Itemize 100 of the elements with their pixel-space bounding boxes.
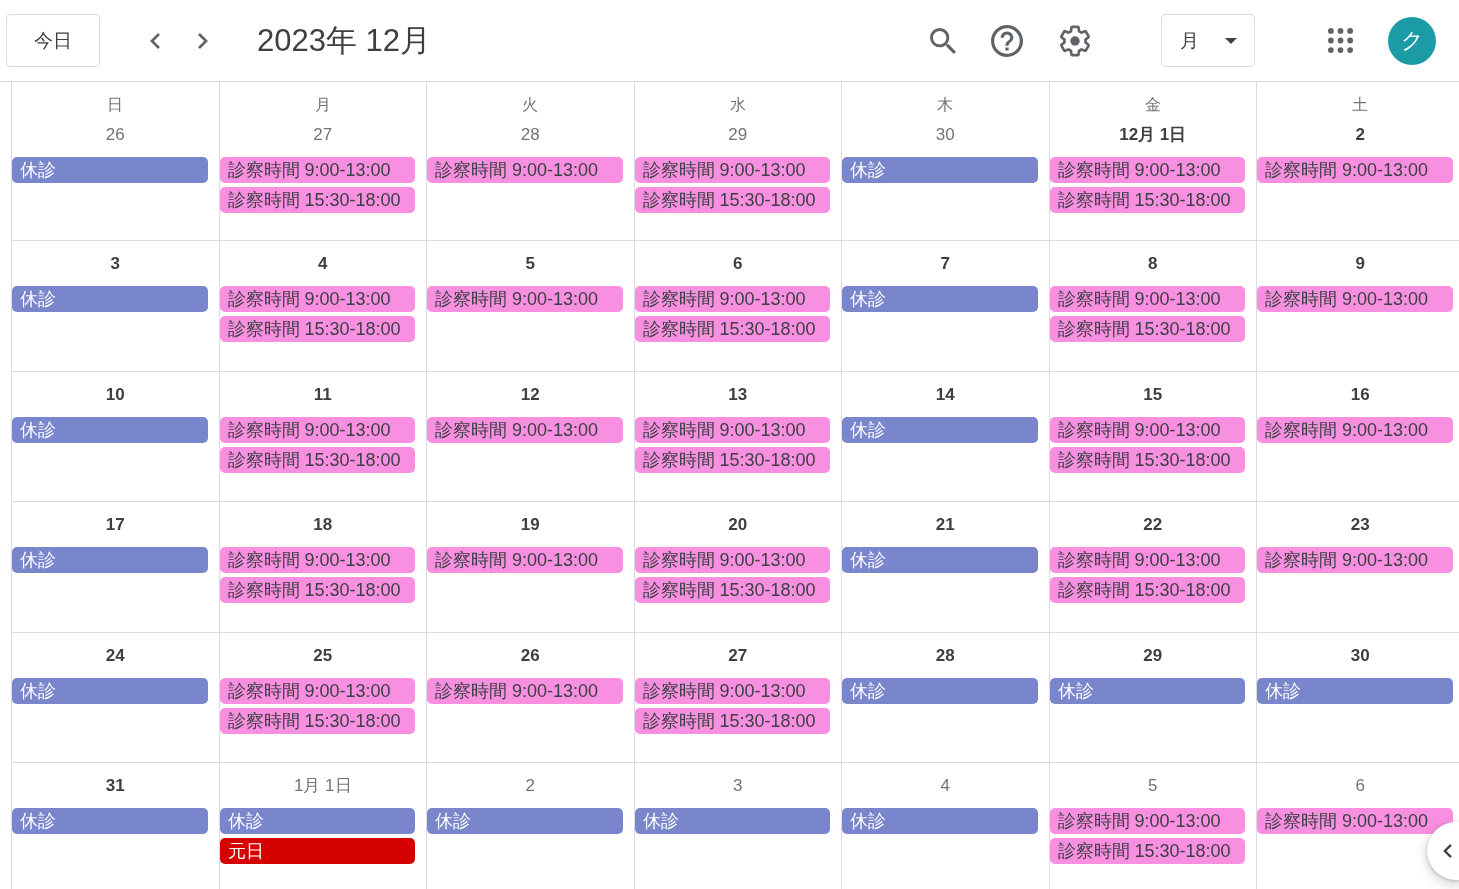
event-chip[interactable]: 診察時間 15:30-18:00 xyxy=(219,577,415,603)
date-label[interactable]: 14 xyxy=(935,383,955,406)
event-chip[interactable]: 診察時間 15:30-18:00 xyxy=(634,316,830,342)
event-chip[interactable]: 診察時間 15:30-18:00 xyxy=(1049,577,1245,603)
event-chip[interactable]: 休診 xyxy=(1049,677,1245,704)
event-chip[interactable]: 診察時間 15:30-18:00 xyxy=(1049,316,1245,342)
event-chip[interactable]: 休診 xyxy=(12,416,208,443)
date-label[interactable]: 26 xyxy=(105,124,125,146)
event-chip[interactable]: 診察時間 9:00-13:00 xyxy=(634,286,830,312)
date-label[interactable]: 4 xyxy=(940,775,950,797)
side-panel-toggle-button[interactable] xyxy=(1427,822,1459,880)
date-label[interactable]: 5 xyxy=(1148,775,1158,797)
date-label[interactable]: 31 xyxy=(105,775,125,797)
date-label[interactable]: 1月 1日 xyxy=(293,775,352,797)
today-button[interactable]: 今日 xyxy=(6,14,100,67)
event-chip[interactable]: 診察時間 9:00-13:00 xyxy=(634,677,830,704)
event-chip[interactable]: 休診 xyxy=(12,547,208,573)
date-label[interactable]: 2 xyxy=(1355,124,1365,146)
event-chip[interactable]: 休診 xyxy=(842,286,1038,312)
event-chip[interactable]: 診察時間 9:00-13:00 xyxy=(219,157,415,183)
date-label[interactable]: 8 xyxy=(1148,253,1158,275)
event-chip[interactable]: 休診 xyxy=(842,547,1038,573)
event-chip[interactable]: 診察時間 9:00-13:00 xyxy=(427,547,623,573)
event-chip[interactable]: 診察時間 9:00-13:00 xyxy=(1257,416,1453,443)
date-label[interactable]: 18 xyxy=(313,514,333,536)
event-chip[interactable]: 診察時間 9:00-13:00 xyxy=(1049,808,1245,834)
date-label[interactable]: 30 xyxy=(1350,644,1370,667)
date-label[interactable]: 10 xyxy=(105,383,125,406)
event-chip[interactable]: 診察時間 15:30-18:00 xyxy=(1049,446,1245,473)
event-chip[interactable]: 休診 xyxy=(1257,677,1453,704)
event-chip[interactable]: 診察時間 15:30-18:00 xyxy=(634,707,830,734)
date-label[interactable]: 28 xyxy=(935,644,955,667)
event-chip[interactable]: 診察時間 15:30-18:00 xyxy=(1049,838,1245,864)
date-label[interactable]: 13 xyxy=(728,383,748,406)
date-label[interactable]: 11 xyxy=(313,383,332,406)
date-label[interactable]: 4 xyxy=(318,253,328,275)
date-label[interactable]: 2 xyxy=(525,775,535,797)
date-label[interactable]: 6 xyxy=(733,253,743,275)
event-chip[interactable]: 診察時間 15:30-18:00 xyxy=(219,187,415,213)
event-chip[interactable]: 休診 xyxy=(634,808,830,834)
account-avatar[interactable]: ク xyxy=(1388,16,1436,65)
event-chip[interactable]: 診察時間 9:00-13:00 xyxy=(427,677,623,704)
event-chip[interactable]: 診察時間 9:00-13:00 xyxy=(634,416,830,443)
event-chip[interactable]: 診察時間 9:00-13:00 xyxy=(427,416,623,443)
date-label[interactable]: 3 xyxy=(110,253,120,275)
event-chip[interactable]: 休診 xyxy=(427,808,623,834)
date-label[interactable]: 5 xyxy=(525,253,535,275)
event-chip[interactable]: 休診 xyxy=(12,808,208,834)
event-chip[interactable]: 診察時間 9:00-13:00 xyxy=(219,416,415,443)
event-chip[interactable]: 診察時間 15:30-18:00 xyxy=(219,446,415,473)
date-label[interactable]: 29 xyxy=(1143,644,1163,667)
event-chip[interactable]: 診察時間 15:30-18:00 xyxy=(1049,187,1245,213)
event-chip[interactable]: 診察時間 9:00-13:00 xyxy=(1049,286,1245,312)
date-label[interactable]: 23 xyxy=(1350,514,1370,536)
event-chip[interactable]: 診察時間 15:30-18:00 xyxy=(634,577,830,603)
event-chip[interactable]: 診察時間 9:00-13:00 xyxy=(219,547,415,573)
event-chip[interactable]: 診察時間 9:00-13:00 xyxy=(1257,808,1453,834)
date-label[interactable]: 29 xyxy=(728,124,748,146)
event-chip[interactable]: 元日 xyxy=(219,838,415,864)
date-label[interactable]: 30 xyxy=(935,124,955,146)
date-label[interactable]: 20 xyxy=(728,514,748,536)
date-label[interactable]: 19 xyxy=(520,514,540,536)
view-select-button[interactable]: 月 xyxy=(1161,14,1255,67)
date-label[interactable]: 3 xyxy=(733,775,743,797)
date-label[interactable]: 21 xyxy=(935,514,955,536)
date-label[interactable]: 25 xyxy=(313,644,333,667)
event-chip[interactable]: 診察時間 15:30-18:00 xyxy=(219,707,415,734)
event-chip[interactable]: 診察時間 9:00-13:00 xyxy=(219,677,415,704)
date-label[interactable]: 6 xyxy=(1355,775,1365,797)
event-chip[interactable]: 診察時間 9:00-13:00 xyxy=(634,547,830,573)
event-chip[interactable]: 休診 xyxy=(842,416,1038,443)
event-chip[interactable]: 休診 xyxy=(12,157,208,183)
date-label[interactable]: 7 xyxy=(940,253,950,275)
date-label[interactable]: 17 xyxy=(105,514,125,536)
event-chip[interactable]: 診察時間 9:00-13:00 xyxy=(427,157,623,183)
event-chip[interactable]: 診察時間 9:00-13:00 xyxy=(427,286,623,312)
date-label[interactable]: 27 xyxy=(728,644,748,667)
date-label[interactable]: 24 xyxy=(105,644,125,667)
event-chip[interactable]: 診察時間 9:00-13:00 xyxy=(1257,547,1453,573)
event-chip[interactable]: 休診 xyxy=(219,808,415,834)
event-chip[interactable]: 診察時間 9:00-13:00 xyxy=(1049,547,1245,573)
date-label[interactable]: 12 xyxy=(520,383,540,406)
date-label[interactable]: 16 xyxy=(1350,383,1370,406)
event-chip[interactable]: 休診 xyxy=(12,677,208,704)
event-chip[interactable]: 休診 xyxy=(842,157,1038,183)
event-chip[interactable]: 診察時間 9:00-13:00 xyxy=(1049,416,1245,443)
event-chip[interactable]: 診察時間 15:30-18:00 xyxy=(634,446,830,473)
event-chip[interactable]: 休診 xyxy=(842,808,1038,834)
event-chip[interactable]: 診察時間 9:00-13:00 xyxy=(1257,157,1453,183)
event-chip[interactable]: 診察時間 15:30-18:00 xyxy=(634,187,830,213)
date-label[interactable]: 15 xyxy=(1143,383,1163,406)
date-label[interactable]: 28 xyxy=(520,124,540,146)
date-label[interactable]: 22 xyxy=(1143,514,1163,536)
date-label[interactable]: 12月 1日 xyxy=(1119,124,1187,146)
event-chip[interactable]: 休診 xyxy=(12,286,208,312)
date-label[interactable]: 9 xyxy=(1355,253,1365,275)
event-chip[interactable]: 休診 xyxy=(842,677,1038,704)
event-chip[interactable]: 診察時間 9:00-13:00 xyxy=(634,157,830,183)
event-chip[interactable]: 診察時間 9:00-13:00 xyxy=(219,286,415,312)
date-label[interactable]: 26 xyxy=(520,644,540,667)
